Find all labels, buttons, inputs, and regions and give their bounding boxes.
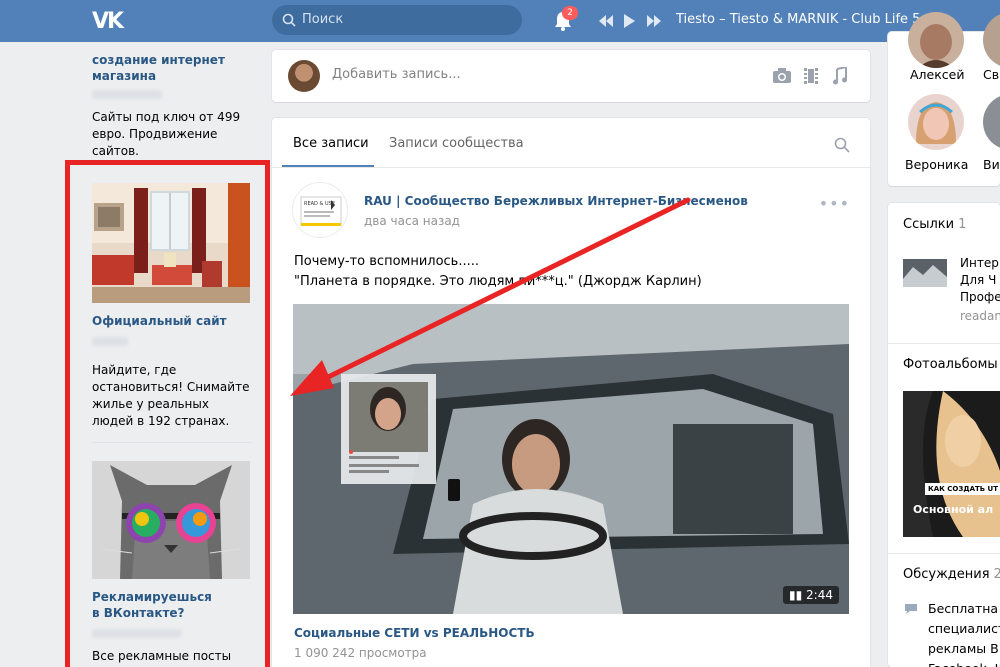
svg-text:READ & USE: READ & USE (304, 201, 335, 207)
group-logo: READ & USE (300, 196, 342, 226)
attachment-icons (772, 67, 852, 85)
albums-header[interactable]: Фотоальбомы (903, 357, 998, 372)
duration-text: 2:44 (806, 588, 833, 602)
video-thumbnail (293, 304, 849, 614)
album-title: Основной ал (913, 503, 994, 516)
post-text-line: Почему-то вспомнилось..... (294, 254, 480, 269)
search-bar[interactable]: Поиск (272, 5, 522, 35)
discussions-title: Обсуждения (903, 567, 990, 582)
video-title[interactable]: Социальные СЕТИ vs РЕАЛЬНОСТЬ (294, 626, 535, 640)
video-icon[interactable] (803, 67, 819, 85)
search-input[interactable]: Поиск (302, 12, 343, 27)
link-domain: readan (960, 309, 1000, 323)
left-ads-column: создание интернет магазина Сайты под клю… (92, 42, 252, 160)
avatar[interactable] (908, 94, 964, 150)
ad-card[interactable]: Рекламируешься в ВКонтакте? Все рекламны… (92, 461, 252, 667)
previous-icon[interactable] (598, 12, 614, 30)
divider (888, 553, 1000, 554)
link-title[interactable]: Для Ч (960, 272, 996, 289)
link-title[interactable]: Профе (960, 289, 1000, 306)
camera-icon[interactable] (772, 67, 792, 85)
friend-name[interactable]: Вероника (905, 157, 968, 172)
more-icon[interactable]: ••• (819, 194, 850, 213)
ad-domain-blurred (92, 629, 182, 638)
album-overlay-label: КАК СОЗДАТЬ UT (925, 483, 1000, 495)
discussion-title[interactable]: специалист (928, 619, 1000, 639)
discussions-count: 2 (993, 567, 1000, 582)
discussion-title[interactable]: Facebook, I (928, 659, 998, 667)
tab-community-posts[interactable]: Записи сообщества (389, 136, 524, 151)
active-tab-indicator (282, 165, 374, 167)
video-player[interactable]: ▮▮ 2:44 (293, 304, 849, 614)
post-author[interactable]: RAU | Сообщество Бережливых Интернет-Биз… (364, 194, 748, 208)
speech-bubble-icon (905, 604, 917, 614)
wall-tabs: Все записи Записи сообщества (272, 118, 870, 168)
search-icon[interactable] (834, 137, 850, 153)
divider (888, 343, 1000, 344)
notification-badge: 2 (562, 6, 578, 20)
search-icon (282, 13, 296, 27)
now-playing-title[interactable]: Tiesto – Tiesto & MARNIK - Club Life 5..… (676, 12, 933, 27)
next-icon[interactable] (646, 12, 662, 30)
ad-text: Все рекламные посты здесь! Publer поможе… (92, 649, 235, 667)
links-title: Ссылки (903, 217, 955, 232)
ad-text: Найдите, где остановиться! Снимайте жиль… (92, 363, 250, 428)
music-icon[interactable] (832, 67, 848, 85)
post-time[interactable]: два часа назад (364, 214, 460, 228)
video-duration: ▮▮ 2:44 (783, 586, 839, 604)
discussion-title[interactable]: рекламы В (928, 639, 999, 659)
play-icon[interactable] (622, 12, 636, 30)
link-title[interactable]: Интер (960, 255, 999, 272)
friends-card: Алексей Св Вероника Ви (888, 12, 1000, 186)
group-avatar[interactable]: READ & USE (292, 182, 348, 238)
wall-feed: Все записи Записи сообщества READ & USE … (272, 118, 870, 667)
equalizer-icon: ▮▮ (789, 588, 807, 602)
ad-image-interior[interactable] (92, 183, 250, 303)
ad-domain-blurred (92, 90, 162, 99)
top-bar: VK Поиск 2 Tiesto – Tiesto & MARNIK - Cl… (0, 0, 1000, 42)
ad-title[interactable]: Рекламируешься в ВКонтакте? (92, 589, 212, 621)
album-cover[interactable]: КАК СОЗДАТЬ UT Основной ал (903, 391, 1000, 537)
friend-name[interactable]: Ви (983, 157, 1000, 172)
video-views: 1 090 242 просмотра (294, 646, 427, 660)
divider (92, 442, 252, 443)
ad-text: Сайты под ключ от 499 евро. Продвижение … (92, 110, 241, 158)
links-count: 1 (958, 217, 967, 232)
ad-image-cat[interactable] (92, 461, 250, 579)
ad-title[interactable]: Официальный сайт (92, 313, 252, 329)
add-post-input[interactable]: Добавить запись... (332, 67, 461, 82)
avatar[interactable] (288, 60, 320, 92)
discussion-title[interactable]: Бесплатна (928, 599, 998, 619)
post-text-line: "Планета в порядке. Это людям пи***ц." (… (294, 274, 702, 289)
link-thumbnail[interactable] (903, 259, 947, 287)
right-sidebar-card: Ссылки 1 Интер Для Ч Профе readan Фотоаль… (888, 203, 1000, 667)
add-post-box[interactable]: Добавить запись... (272, 50, 870, 102)
ad-domain-blurred (92, 337, 128, 346)
links-header[interactable]: Ссылки 1 (903, 217, 966, 232)
vk-logo[interactable]: VK (92, 9, 128, 34)
avatar[interactable] (983, 94, 1000, 150)
ad-card[interactable]: Официальный сайт Найдите, где остановить… (92, 183, 252, 443)
ad-title[interactable]: создание интернет магазина (92, 52, 252, 84)
tab-all-posts[interactable]: Все записи (293, 136, 369, 151)
discussions-header[interactable]: Обсуждения 2 (903, 567, 1000, 582)
avatar[interactable] (908, 12, 964, 68)
friend-name[interactable]: Св (983, 67, 999, 82)
friend-name[interactable]: Алексей (910, 67, 964, 82)
